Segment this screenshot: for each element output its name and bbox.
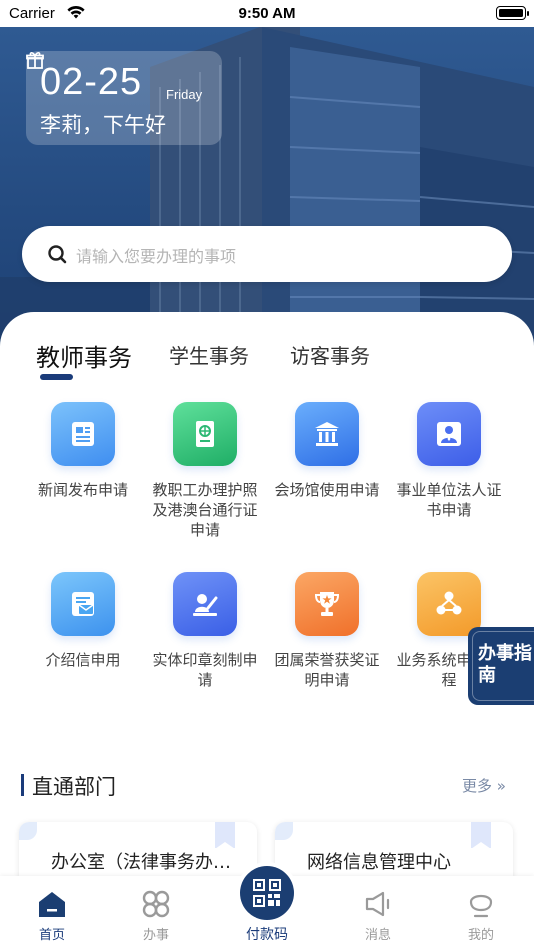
service-passport[interactable]: 教职工办理护照及港澳台通行证申请 bbox=[145, 402, 265, 540]
bookmark-icon bbox=[215, 822, 235, 849]
guide-badge[interactable]: 办事指南 bbox=[468, 627, 534, 705]
tab-teacher-affairs[interactable]: 教师事务 bbox=[36, 338, 132, 373]
venue-icon bbox=[295, 402, 359, 466]
guide-badge-label: 办事指南 bbox=[478, 643, 532, 686]
bookmark-icon bbox=[471, 822, 491, 849]
pay-code-label[interactable]: 付款码 bbox=[227, 924, 307, 944]
trophy-icon bbox=[295, 572, 359, 636]
card-corner-decoration bbox=[19, 822, 37, 840]
profile-icon bbox=[469, 894, 493, 918]
letter-icon bbox=[51, 572, 115, 636]
section-title: 直通部门 bbox=[32, 775, 116, 799]
status-bar: Carrier 9:50 AM bbox=[0, 0, 534, 27]
service-news-release[interactable]: 新闻发布申请 bbox=[23, 402, 143, 500]
section-accent-bar bbox=[21, 774, 24, 796]
tab-visitor-affairs[interactable]: 访客事务 bbox=[290, 340, 370, 369]
tabbar-label: 我的 bbox=[467, 928, 494, 943]
hero-banner: 02-25 Friday 李莉，下午好 bbox=[0, 27, 534, 357]
service-label: 会场馆使用申请 bbox=[274, 481, 380, 499]
service-label: 教职工办理护照及港澳台通行证申请 bbox=[152, 481, 258, 539]
services-icon bbox=[142, 890, 170, 918]
battery-icon bbox=[496, 6, 529, 20]
tabbar-item-services[interactable]: 办事 bbox=[116, 890, 196, 943]
service-label: 介绍信申用 bbox=[45, 651, 121, 669]
tabbar-label: 办事 bbox=[142, 928, 169, 943]
speaker-icon bbox=[365, 891, 390, 917]
more-link[interactable]: 更多 » bbox=[462, 775, 506, 796]
greeting-text: 李莉，下午好 bbox=[40, 113, 166, 137]
home-icon bbox=[39, 892, 65, 917]
search-input[interactable]: 请输入您要办理的事项 bbox=[76, 243, 236, 267]
service-label: 实体印章刻制申请 bbox=[152, 651, 258, 689]
status-time: 9:50 AM bbox=[238, 5, 296, 22]
tabbar-label: 首页 bbox=[38, 928, 65, 943]
tabbar-item-home[interactable]: 首页 bbox=[12, 890, 92, 943]
tab-indicator bbox=[40, 374, 73, 380]
double-chevron-right-icon: » bbox=[496, 777, 506, 795]
passport-icon bbox=[173, 402, 237, 466]
service-seal[interactable]: 实体印章刻制申请 bbox=[145, 572, 265, 690]
service-venue[interactable]: 会场馆使用申请 bbox=[267, 402, 387, 500]
tabbar-item-profile[interactable]: 我的 bbox=[441, 890, 521, 943]
department-name: 网络信息管理中心 bbox=[307, 852, 451, 873]
newspaper-icon bbox=[51, 402, 115, 466]
service-label: 事业单位法人证书申请 bbox=[396, 481, 502, 519]
service-honor-certificate[interactable]: 团属荣誉获奖证明申请 bbox=[267, 572, 387, 690]
qr-code-icon bbox=[253, 879, 281, 907]
workflow-icon bbox=[417, 572, 481, 636]
more-label: 更多 bbox=[462, 777, 493, 795]
service-label: 团属荣誉获奖证明申请 bbox=[274, 651, 380, 689]
legal-person-icon bbox=[417, 402, 481, 466]
date-display: 02-25 bbox=[40, 61, 143, 103]
service-legal-person[interactable]: 事业单位法人证书申请 bbox=[389, 402, 509, 520]
card-corner-decoration bbox=[275, 822, 293, 840]
gift-icon bbox=[26, 52, 44, 69]
search-icon bbox=[48, 245, 67, 264]
category-tabs: 教师事务 学生事务 访客事务 bbox=[0, 312, 534, 382]
tab-student-affairs[interactable]: 学生事务 bbox=[169, 340, 249, 369]
tabbar-item-messages[interactable]: 消息 bbox=[338, 890, 418, 943]
pay-code-button[interactable] bbox=[240, 866, 294, 920]
service-intro-letter[interactable]: 介绍信申用 bbox=[23, 572, 143, 670]
tabbar-label: 消息 bbox=[364, 928, 391, 943]
seal-icon bbox=[173, 572, 237, 636]
search-bar[interactable]: 请输入您要办理的事项 bbox=[22, 226, 512, 282]
date-card: 02-25 Friday 李莉，下午好 bbox=[26, 51, 222, 145]
department-name: 办公室（法律事务办公室） bbox=[51, 852, 231, 873]
weekday-label: Friday bbox=[166, 87, 203, 102]
service-label: 新闻发布申请 bbox=[37, 481, 128, 499]
